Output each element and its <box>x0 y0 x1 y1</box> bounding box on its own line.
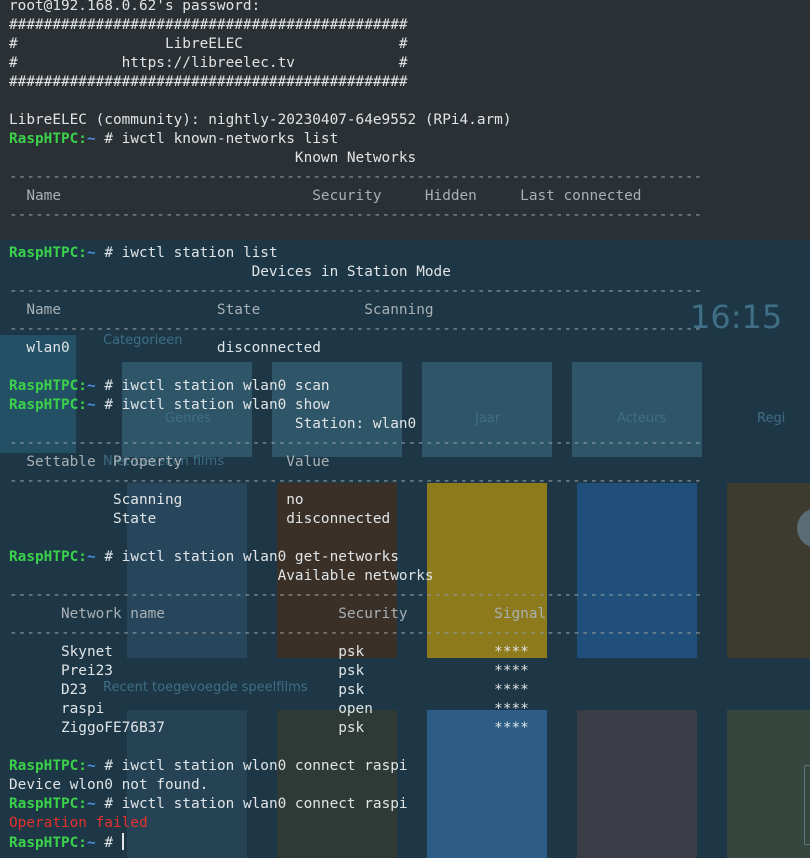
background-clock: 16:15 <box>690 298 783 336</box>
output-line: # LibreELEC # <box>9 36 408 52</box>
output-line: LibreELEC (community): nightly-20230407-… <box>9 112 512 128</box>
output-line: Device wlon0 not found. <box>9 777 209 793</box>
command-text: iwctl station list <box>121 245 278 261</box>
prompt-host: RaspHTPC: <box>9 397 87 413</box>
command-line: RaspHTPC:~ # iwctl station wlan0 connect… <box>9 795 702 814</box>
output-line: ########################################… <box>9 17 408 33</box>
command-text: iwctl known-networks list <box>121 131 339 147</box>
command-line: RaspHTPC:~ # iwctl known-networks list <box>9 130 702 149</box>
command-line: RaspHTPC:~ # <box>9 833 702 852</box>
prompt-symbol: # <box>95 378 122 394</box>
prompt-symbol: # <box>95 397 122 413</box>
output-line: Prei23 psk **** <box>9 663 529 679</box>
prompt-host: RaspHTPC: <box>9 835 87 851</box>
table-rule: ----------------------------------------… <box>9 587 703 603</box>
background-poster <box>727 710 810 858</box>
command-line: RaspHTPC:~ # iwctl station list <box>9 244 702 263</box>
table-header: Network name Security Signal <box>9 606 547 622</box>
prompt-path: ~ <box>86 835 96 851</box>
table-header: Name State Scanning <box>9 302 434 318</box>
background-poster <box>727 483 810 658</box>
prompt-symbol: # <box>95 758 122 774</box>
prompt-symbol: # <box>95 245 122 261</box>
output-line: State disconnected <box>9 511 391 527</box>
prompt-host: RaspHTPC: <box>9 796 87 812</box>
output-line: Skynet psk **** <box>9 644 529 660</box>
command-text: iwctl station wlan0 show <box>121 397 330 413</box>
table-rule: ----------------------------------------… <box>9 169 703 185</box>
table-header: Name Security Hidden Last connected <box>9 188 642 204</box>
command-line: RaspHTPC:~ # iwctl station wlan0 show <box>9 396 702 415</box>
output-line: raspi open **** <box>9 701 529 717</box>
command-text: iwctl station wlon0 connect raspi <box>121 758 408 774</box>
prompt-symbol: # <box>95 549 122 565</box>
prompt-host: RaspHTPC: <box>9 758 87 774</box>
command-line: RaspHTPC:~ # iwctl station wlon0 connect… <box>9 757 702 776</box>
command-text: iwctl station wlan0 scan <box>121 378 330 394</box>
output-line: wlan0 disconnected <box>9 340 321 356</box>
output-line: Station: wlan0 <box>9 416 417 432</box>
error-message: Operation failed <box>9 815 148 831</box>
background-scroll-indicator <box>804 765 810 845</box>
table-rule: ----------------------------------------… <box>9 207 703 223</box>
output-line: ZiggoFE76B37 psk **** <box>9 720 529 736</box>
prompt-symbol: # <box>95 131 122 147</box>
table-rule: ----------------------------------------… <box>9 435 703 451</box>
prompt-host: RaspHTPC: <box>9 245 87 261</box>
table-rule: ----------------------------------------… <box>9 473 703 489</box>
prompt-host: RaspHTPC: <box>9 378 87 394</box>
output-line: D23 psk **** <box>9 682 529 698</box>
prompt-path: ~ <box>86 549 96 565</box>
terminal-output[interactable]: root@192.168.0.62's password: ###########… <box>9 0 702 852</box>
prompt-symbol: # <box>95 796 122 812</box>
prompt-path: ~ <box>86 131 96 147</box>
command-text: iwctl station wlan0 get-networks <box>121 549 399 565</box>
prompt-path: ~ <box>86 397 96 413</box>
output-line: Available networks <box>9 568 434 584</box>
prompt-host: RaspHTPC: <box>9 131 87 147</box>
output-line: # https://libreelec.tv # <box>9 55 408 71</box>
output-line: Scanning no <box>9 492 304 508</box>
prompt-path: ~ <box>86 245 96 261</box>
table-rule: ----------------------------------------… <box>9 283 703 299</box>
output-line: ########################################… <box>9 74 408 90</box>
table-rule: ----------------------------------------… <box>9 625 703 641</box>
prompt-host: RaspHTPC: <box>9 549 87 565</box>
prompt-path: ~ <box>86 378 96 394</box>
background-tile-label: Regi <box>757 411 786 426</box>
command-line: RaspHTPC:~ # iwctl station wlan0 scan <box>9 377 702 396</box>
command-text: iwctl station wlan0 connect raspi <box>121 796 408 812</box>
output-line: Devices in Station Mode <box>9 264 451 280</box>
output-line: root@192.168.0.62's password: <box>9 0 261 14</box>
prompt-symbol: # <box>95 835 122 851</box>
table-rule: ----------------------------------------… <box>9 321 703 337</box>
table-header: Settable Property Value <box>9 454 330 470</box>
prompt-path: ~ <box>86 758 96 774</box>
text-cursor[interactable] <box>121 833 124 850</box>
output-line: Known Networks <box>9 150 417 166</box>
prompt-path: ~ <box>86 796 96 812</box>
command-line: RaspHTPC:~ # iwctl station wlan0 get-net… <box>9 548 702 567</box>
